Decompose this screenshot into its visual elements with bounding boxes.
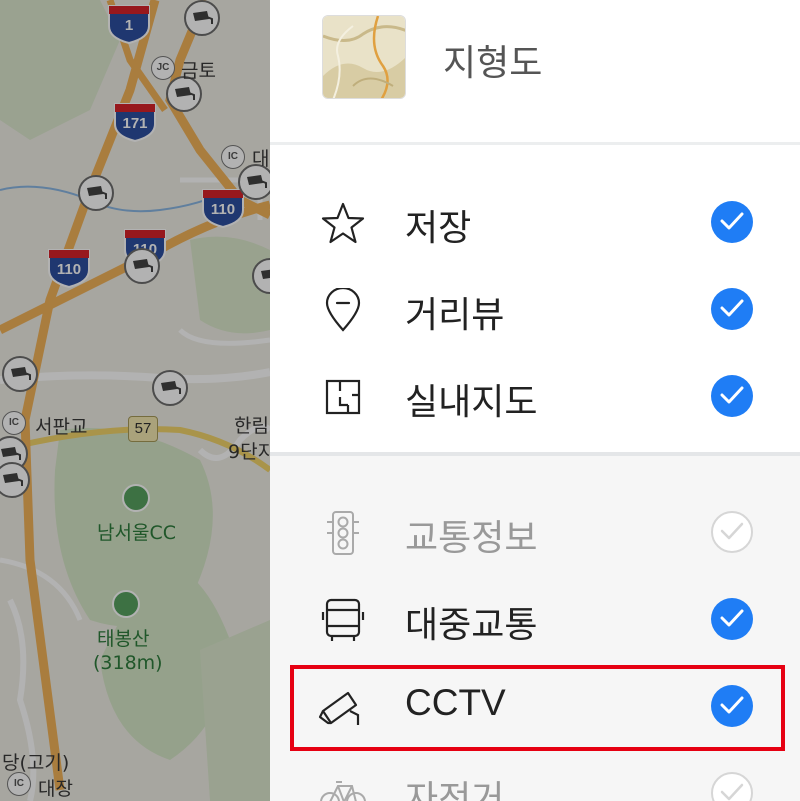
highlight-box [290, 665, 785, 751]
ic-badge: IC [7, 772, 31, 796]
layer-row-transit[interactable]: 대중교통 [270, 578, 800, 658]
layer-label: 실내지도 [405, 382, 538, 423]
map-label: 대장 [38, 778, 73, 800]
map-type-section: 지형도 [270, 0, 800, 142]
star-icon [318, 201, 368, 245]
layer-label: 자전거 [405, 779, 505, 801]
map-label: (318m) [93, 652, 163, 674]
map-label: 서판교 [35, 416, 88, 438]
ic-badge: IC [2, 411, 26, 435]
layer-row-save[interactable]: 저장 [270, 181, 800, 261]
map-label: 당(고기) [2, 752, 70, 774]
layer-label: 거리뷰 [405, 295, 505, 336]
traffic-light-icon [318, 511, 368, 555]
checkbox-checked[interactable] [711, 375, 753, 417]
cctv-marker[interactable] [184, 0, 220, 36]
bicycle-icon [318, 772, 368, 801]
map-view[interactable]: 1 171 110 110 110 JC IC IC IC 57 금토 대 서판… [0, 0, 270, 801]
route-57-shield: 57 [128, 416, 158, 442]
cctv-marker[interactable] [78, 175, 114, 211]
map-label: 대 [252, 148, 270, 170]
checkbox-checked[interactable] [711, 201, 753, 243]
layer-label: 교통정보 [405, 518, 538, 559]
map-label: 한림 [234, 415, 269, 437]
ic-badge: IC [221, 145, 245, 169]
layer-label: 저장 [405, 208, 472, 249]
map-label: 금토 [181, 60, 216, 82]
map-pin-icon [318, 286, 368, 332]
checkbox-checked[interactable] [711, 288, 753, 330]
checkbox-unchecked[interactable] [711, 772, 753, 801]
map-type-label[interactable]: 지형도 [443, 34, 542, 86]
layer-label: 대중교통 [405, 605, 538, 646]
mountain-poi-icon[interactable] [112, 590, 140, 618]
highway-shield-110: 110 [200, 188, 246, 229]
bus-icon [318, 598, 368, 642]
layer-row-traffic[interactable]: 교통정보 [270, 491, 800, 571]
highway-shield-171: 171 [112, 102, 158, 143]
jc-badge: JC [151, 56, 175, 80]
checkbox-unchecked[interactable] [711, 511, 753, 553]
map-label: 태봉산 [97, 628, 150, 650]
layer-row-indoor[interactable]: 실내지도 [270, 355, 800, 435]
checkbox-checked[interactable] [711, 598, 753, 640]
terrain-thumbnail[interactable] [322, 15, 406, 99]
highway-shield-1: 1 [106, 4, 152, 45]
personal-layers-section: 저장 거리뷰 실내지도 [270, 145, 800, 452]
layer-row-bicycle[interactable]: 자전거 [270, 752, 800, 801]
cctv-marker[interactable] [2, 356, 38, 392]
highway-shield-110: 110 [46, 248, 92, 289]
layer-row-roadview[interactable]: 거리뷰 [270, 268, 800, 348]
cctv-marker[interactable] [124, 248, 160, 284]
cctv-marker[interactable] [152, 370, 188, 406]
map-label: 9단지 [228, 441, 270, 463]
map-label: 남서울CC [97, 522, 176, 544]
floorplan-icon [318, 375, 368, 419]
golf-poi-icon[interactable] [122, 484, 150, 512]
